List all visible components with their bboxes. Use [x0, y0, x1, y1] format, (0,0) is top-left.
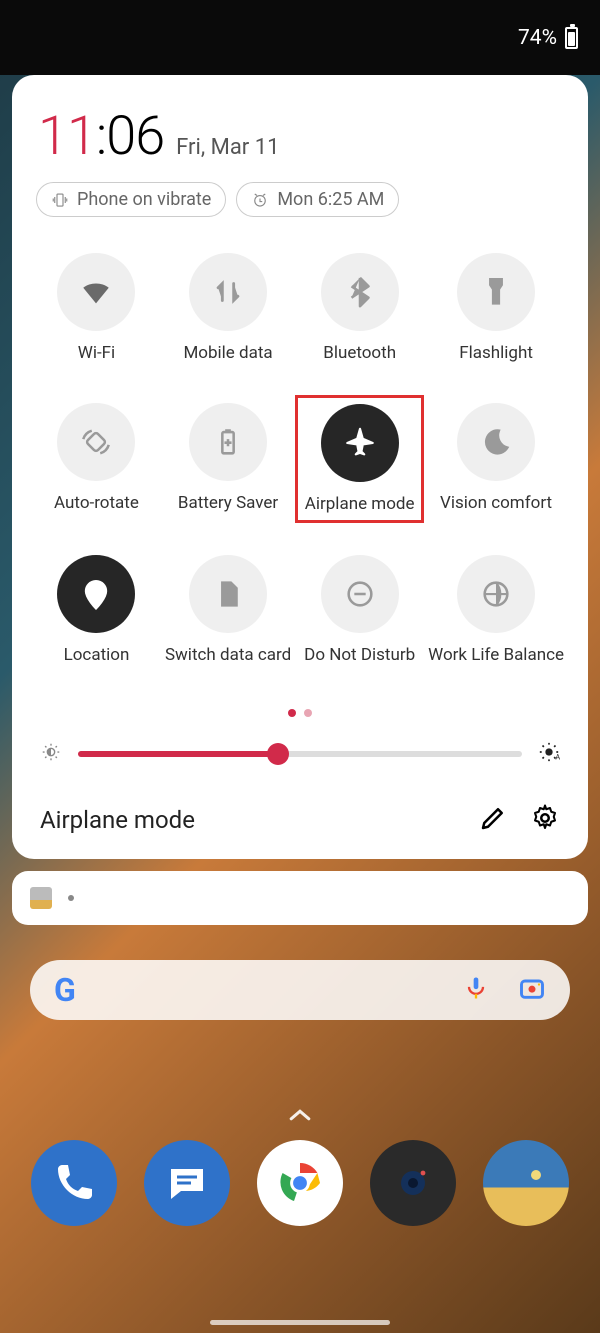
page-indicator	[32, 679, 568, 735]
battery-icon	[565, 27, 578, 49]
dnd-icon	[343, 577, 377, 611]
vibrate-chip-label: Phone on vibrate	[77, 189, 211, 210]
location-icon	[79, 577, 113, 611]
phone-icon	[50, 1159, 98, 1207]
edit-button[interactable]	[478, 803, 508, 837]
tile-airplane-label: Airplane mode	[305, 494, 415, 514]
clock-hours: 11	[38, 105, 96, 168]
google-search-bar[interactable]: G	[30, 960, 570, 1020]
tile-mobile-data-label: Mobile data	[183, 343, 272, 363]
clock-sep: :	[96, 105, 106, 168]
dock-chrome[interactable]	[257, 1140, 343, 1226]
alarm-icon	[251, 191, 269, 209]
gesture-bar[interactable]	[210, 1320, 390, 1325]
gallery-app-icon	[502, 1159, 550, 1207]
quick-settings-panel: 11:06 Fri, Mar 11 Phone on vibrate Mon 6…	[12, 75, 588, 859]
gear-icon	[530, 803, 560, 833]
page-dot-2	[304, 709, 312, 717]
camera-lens-icon[interactable]	[518, 974, 546, 1006]
tile-work-life-balance[interactable]: Work Life Balance	[424, 547, 568, 673]
camera-app-icon	[389, 1159, 437, 1207]
pencil-icon	[478, 803, 508, 833]
page-dot-1	[288, 709, 296, 717]
airplane-icon	[343, 426, 377, 460]
notification-strip[interactable]	[12, 871, 588, 925]
clock: 11:06	[38, 105, 164, 168]
notification-app-icon	[30, 887, 52, 909]
tile-wifi[interactable]: Wi-Fi	[32, 245, 161, 371]
mobile-data-icon	[211, 275, 245, 309]
dock-messages[interactable]	[144, 1140, 230, 1226]
dock-gallery[interactable]	[483, 1140, 569, 1226]
tile-vision-label: Vision comfort	[440, 493, 552, 513]
clock-row: 11:06 Fri, Mar 11	[32, 105, 568, 182]
tile-location-label: Location	[64, 645, 130, 665]
tile-do-not-disturb[interactable]: Do Not Disturb	[295, 547, 424, 673]
tile-switch-sim-label: Switch data card	[165, 645, 291, 665]
tile-dnd-label: Do Not Disturb	[304, 645, 415, 665]
brightness-low-icon	[40, 741, 62, 767]
tile-location[interactable]: Location	[32, 547, 161, 673]
status-bar: 74%	[0, 0, 600, 75]
svg-text:A: A	[555, 752, 560, 761]
brightness-fill	[78, 751, 278, 757]
bluetooth-icon	[343, 275, 377, 309]
dock	[0, 1140, 600, 1226]
tile-battery-saver-label: Battery Saver	[178, 493, 278, 513]
clock-minutes: 06	[106, 105, 164, 168]
auto-rotate-icon	[79, 425, 113, 459]
panel-footer-label: Airplane mode	[40, 806, 456, 834]
settings-button[interactable]	[530, 803, 560, 837]
tile-vision-comfort[interactable]: Vision comfort	[424, 395, 568, 523]
clock-date: Fri, Mar 11	[176, 135, 279, 160]
wifi-icon	[79, 275, 113, 309]
tile-bluetooth-label: Bluetooth	[323, 343, 396, 363]
globe-icon	[479, 577, 513, 611]
brightness-row: A	[32, 735, 568, 793]
sim-icon: 1	[211, 577, 245, 611]
tile-wifi-label: Wi-Fi	[78, 343, 115, 363]
mic-icon[interactable]	[462, 974, 490, 1006]
tile-auto-rotate[interactable]: Auto-rotate	[32, 395, 161, 523]
tile-mobile-data[interactable]: Mobile data	[161, 245, 295, 371]
panel-footer: Airplane mode	[32, 793, 568, 841]
flashlight-icon	[479, 275, 513, 309]
chevron-up-icon	[285, 1100, 315, 1130]
chrome-icon	[276, 1159, 324, 1207]
messages-icon	[163, 1159, 211, 1207]
notification-dot	[68, 895, 74, 901]
tile-airplane-mode[interactable]: Airplane mode	[295, 395, 424, 523]
tile-bluetooth[interactable]: Bluetooth	[295, 245, 424, 371]
svg-text:1: 1	[225, 589, 231, 603]
google-logo: G	[54, 971, 76, 1009]
brightness-slider[interactable]	[78, 751, 522, 757]
tile-battery-saver[interactable]: Battery Saver	[161, 395, 295, 523]
tile-work-label: Work Life Balance	[428, 645, 564, 665]
vibrate-chip[interactable]: Phone on vibrate	[36, 182, 226, 217]
status-chips: Phone on vibrate Mon 6:25 AM	[32, 182, 568, 227]
tile-flashlight[interactable]: Flashlight	[424, 245, 568, 371]
tile-auto-rotate-label: Auto-rotate	[54, 493, 139, 513]
tiles-grid: Wi-Fi Mobile data Bluetooth Flashlight A…	[32, 227, 568, 679]
tile-flashlight-label: Flashlight	[459, 343, 533, 363]
battery-saver-icon	[211, 425, 245, 459]
dock-camera[interactable]	[370, 1140, 456, 1226]
app-drawer-handle[interactable]	[285, 1100, 315, 1134]
tile-switch-data-card[interactable]: 1 Switch data card	[161, 547, 295, 673]
alarm-chip[interactable]: Mon 6:25 AM	[236, 182, 399, 217]
battery-percent: 74%	[518, 26, 557, 50]
moon-icon	[479, 425, 513, 459]
dock-phone[interactable]	[31, 1140, 117, 1226]
alarm-chip-label: Mon 6:25 AM	[277, 189, 384, 210]
brightness-thumb[interactable]	[267, 743, 289, 765]
vibrate-icon	[51, 191, 69, 209]
brightness-auto-icon[interactable]: A	[538, 741, 560, 767]
